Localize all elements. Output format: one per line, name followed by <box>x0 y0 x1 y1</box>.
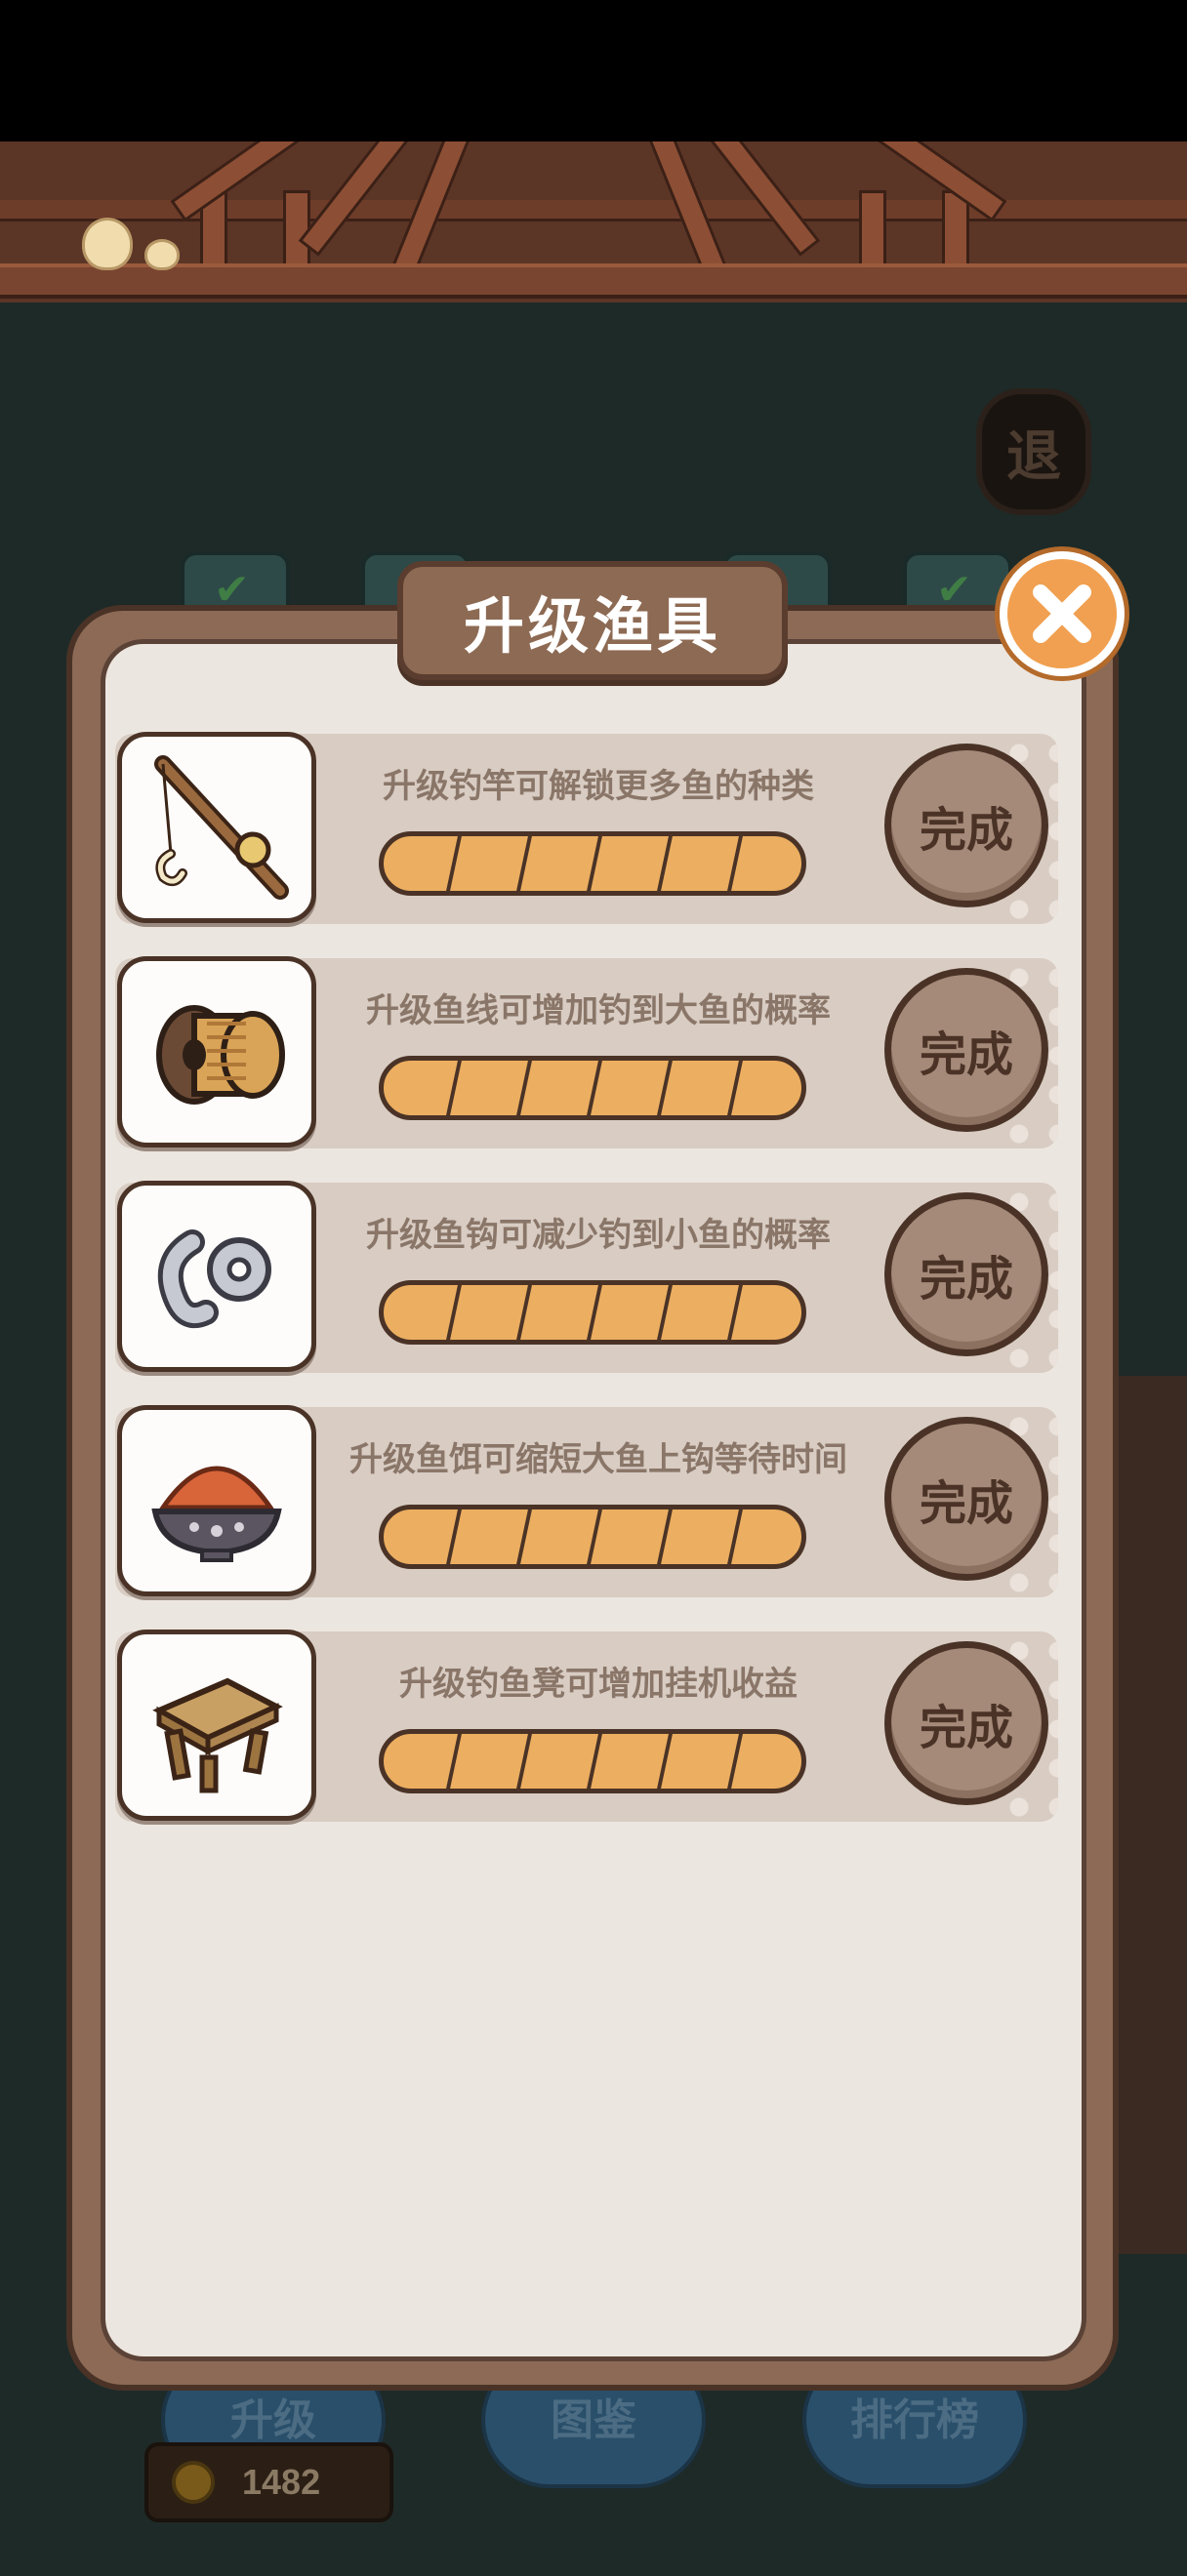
row-description: 升级鱼线可增加钓到大鱼的概率 <box>366 991 831 1030</box>
fishing-stool-icon <box>117 1630 316 1821</box>
row-description: 升级钓竿可解锁更多鱼的种类 <box>383 767 814 806</box>
coin-counter: 1482 <box>144 2442 393 2522</box>
progress-bar <box>379 1505 806 1569</box>
row-description: 升级鱼饵可缩短大鱼上钩等待时间 <box>349 1440 847 1479</box>
page-title: 升级渔具 <box>463 590 721 662</box>
row-description: 升级钓鱼凳可增加挂机收益 <box>399 1665 798 1704</box>
chick-decoration <box>82 218 133 270</box>
upgrade-row-hook: 升级鱼钩可减少钓到小鱼的概率 完成 <box>115 1181 1058 1373</box>
panel-title-plate: 升级渔具 <box>397 561 788 680</box>
status-bar <box>0 0 1187 141</box>
complete-button[interactable]: 完成 <box>884 744 1048 907</box>
fishing-line-spool-icon <box>117 956 316 1147</box>
roof-decoration <box>0 141 1187 302</box>
progress-bar <box>379 1056 806 1120</box>
fish-bait-bowl-icon <box>117 1405 316 1596</box>
fishing-rod-icon <box>117 732 316 923</box>
upgrade-row-bait: 升级鱼饵可缩短大鱼上钩等待时间 完成 <box>115 1405 1058 1597</box>
close-button[interactable] <box>1000 551 1125 676</box>
progress-bar <box>379 1729 806 1793</box>
row-description: 升级鱼钩可减少钓到小鱼的概率 <box>366 1216 831 1255</box>
chick-decoration <box>144 239 180 270</box>
upgrade-row-line: 升级鱼线可增加钓到大鱼的概率 完成 <box>115 956 1058 1148</box>
exit-button-label: 退 <box>1006 424 1061 489</box>
complete-button[interactable]: 完成 <box>884 1417 1048 1581</box>
coin-count: 1482 <box>242 2462 321 2502</box>
complete-button[interactable]: 完成 <box>884 1641 1048 1805</box>
upgrade-row-rod: 升级钓竿可解锁更多鱼的种类 完成 <box>115 732 1058 924</box>
close-icon <box>1033 584 1091 643</box>
complete-button[interactable]: 完成 <box>884 968 1048 1132</box>
exit-button[interactable]: 退 <box>976 388 1091 515</box>
progress-bar <box>379 1280 806 1345</box>
coin-icon <box>172 2461 215 2504</box>
fish-hook-icon <box>117 1181 316 1372</box>
upgrade-row-stool: 升级钓鱼凳可增加挂机收益 完成 <box>115 1630 1058 1822</box>
complete-button[interactable]: 完成 <box>884 1192 1048 1356</box>
progress-bar <box>379 831 806 896</box>
